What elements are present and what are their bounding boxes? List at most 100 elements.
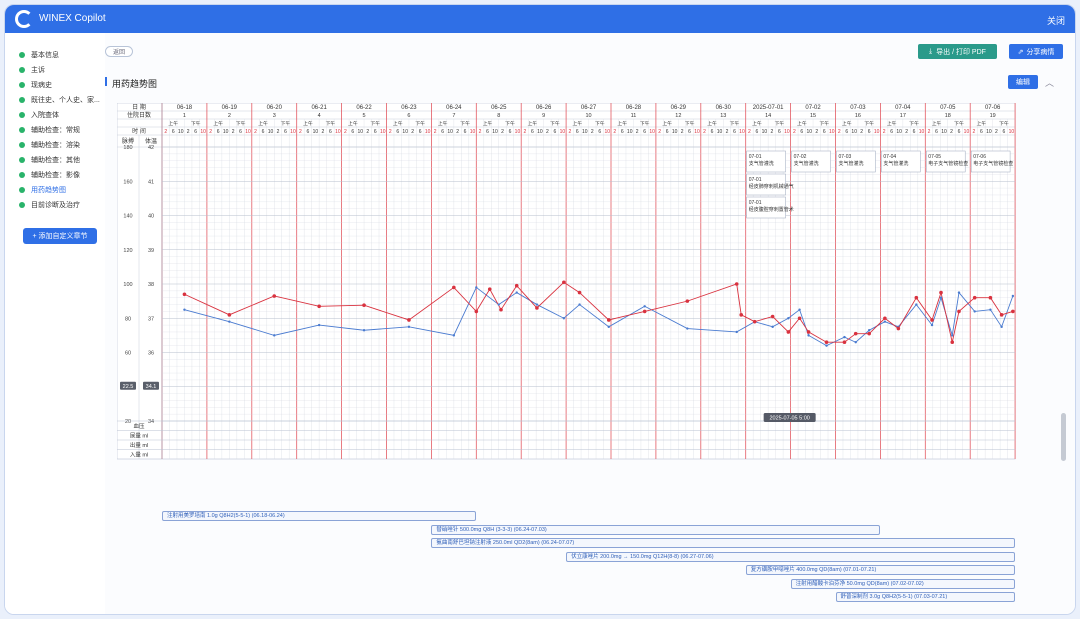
back-button[interactable]: 返回 (105, 46, 133, 57)
time-slot-label: 6 (823, 129, 826, 135)
pulse-point (798, 308, 801, 311)
temperature-point (182, 292, 187, 297)
procedure-note-text: 电子支气管镜检查 (973, 160, 1013, 167)
time-slot-label: 2 (322, 129, 325, 135)
temp-header: 体温 (145, 137, 157, 145)
temperature-point (824, 340, 829, 345)
procedure-note-text: 经皮肺穿刺机械通气 (749, 183, 794, 190)
medication-bar[interactable]: 复方磺胺甲噁唑片 400.0mg QD(8am) (07.01-07.21) (745, 565, 1016, 575)
check-icon (19, 127, 25, 133)
pulse-point (883, 320, 887, 323)
time-slot-label: 10 (200, 129, 206, 135)
temperature-point (685, 299, 690, 303)
sidebar-item[interactable]: 基本信息 (19, 48, 59, 62)
am-label: 上午 (617, 120, 627, 127)
vertical-scrollbar[interactable] (1061, 413, 1066, 461)
sidebar-item[interactable]: 现病史 (19, 78, 52, 92)
time-slot-label: 10 (717, 129, 723, 135)
time-slot-label: 6 (756, 129, 759, 135)
add-section-button[interactable]: + 添加自定义章节 (23, 228, 97, 244)
time-slot-label: 10 (268, 129, 274, 135)
sidebar-item[interactable]: 用药趋势图 (19, 183, 66, 197)
sidebar-item[interactable]: 入院查体 (19, 108, 59, 122)
time-slot-label: 6 (329, 129, 332, 135)
time-slot-label: 10 (425, 129, 431, 135)
time-slot-label: 10 (762, 129, 768, 135)
chevron-up-icon[interactable]: ︿ (1045, 76, 1054, 89)
time-slot-label: 6 (441, 129, 444, 135)
time-slot-label: 6 (351, 129, 354, 135)
download-icon: ⤓ (929, 47, 933, 55)
temp-tick: 42 (148, 145, 154, 151)
time-slot-label: 2 (793, 129, 796, 135)
medication-bar[interactable]: 伏立康唑片 200.0mg → 150.0mg Q12H(8-8) (06.27… (566, 551, 1016, 562)
sidebar-item[interactable]: 主诉 (19, 63, 45, 77)
sidebar-item-label: 辅助检查：溶染 (31, 142, 80, 149)
sidebar-item[interactable]: 辅助检查：影像 (19, 168, 80, 182)
date-label: 06-19 (222, 105, 238, 111)
sidebar-item[interactable]: 目前诊断及治疗 (19, 198, 80, 212)
day-number: 15 (810, 113, 816, 119)
pulse-point (854, 341, 857, 344)
medication-bar[interactable]: 注射用美罗培南 1.0g Q8H2(5-5-1) (06.18-06.24) (162, 511, 477, 521)
sidebar-item[interactable]: 辅助检查：常规 (19, 123, 80, 137)
sidebar-item[interactable]: 辅助检查：其他 (19, 153, 80, 167)
procedure-note-date: 07-01 (749, 177, 762, 183)
medication-bar[interactable]: 替硝唑针 500.0mg Q8H (3-3-3) (06.24-07.03) (431, 524, 881, 535)
temperature-point (950, 340, 955, 345)
sidebar-item[interactable]: 辅助检查：溶染 (19, 138, 80, 152)
temp-tick: 34 (148, 419, 154, 425)
am-label: 上午 (303, 120, 313, 127)
date-label: 06-18 (177, 105, 193, 111)
procedure-note-text: 经皮腹腔穿刺置管术 (749, 206, 794, 213)
time-slot-label: 10 (672, 129, 678, 135)
pm-label: 下午 (775, 120, 785, 127)
pulse-point (183, 308, 186, 311)
close-button[interactable]: 关闭 (1047, 14, 1065, 27)
share-button[interactable]: ⇗ 分享病情 (1009, 44, 1063, 59)
pm-label: 下午 (460, 120, 470, 127)
medication-bar[interactable]: 氨曲南舒巴坦钠注射液 250.0ml QD2(8am) (06.24-07.07… (431, 538, 1016, 548)
temperature-point (896, 326, 901, 331)
pm-label: 下午 (326, 120, 336, 127)
time-slot-label: 2 (344, 129, 347, 135)
sidebar-item-label: 目前诊断及治疗 (31, 202, 80, 209)
export-pdf-button[interactable]: ⤓ 导出 / 打印 PDF (918, 44, 997, 59)
medication-bar[interactable]: 注射用醋酸卡泊芬净 50.0mg QD(8am) (07.02-07.02) (790, 578, 1016, 589)
day-number: 10 (585, 113, 591, 119)
time-slot-label: 6 (868, 129, 871, 135)
pulse-point (497, 303, 500, 306)
time-slot-label: 2 (366, 129, 369, 135)
edit-button[interactable]: 编辑 (1008, 75, 1038, 89)
share-icon: ⇗ (1017, 48, 1024, 56)
time-slot-label: 6 (486, 129, 489, 135)
pulse-tick: 60 (125, 351, 131, 357)
procedure-note-date: 07-01 (749, 154, 762, 160)
medication-bar[interactable]: 舒普深制剂 3.0g Q8H2(5-5-1) (07.03-07.21) (835, 592, 1016, 602)
time-slot-label: 6 (845, 129, 848, 135)
temperature-point (786, 330, 791, 334)
time-slot-label: 10 (986, 129, 992, 135)
time-slot-label: 10 (178, 129, 184, 135)
sidebar-item[interactable]: 既往史、个人史、家... (19, 93, 100, 107)
time-slot-label: 2 (681, 129, 684, 135)
check-icon (19, 157, 25, 163)
time-slot-label: 2 (299, 129, 302, 135)
temperature-point (752, 319, 757, 324)
temperature-point (770, 314, 775, 319)
date-label: 06-25 (491, 105, 507, 111)
day-number: 6 (407, 113, 410, 119)
time-slot-label: 10 (245, 129, 251, 135)
day-number: 17 (900, 113, 906, 119)
pm-label: 下午 (370, 120, 380, 127)
time-slot-label: 10 (964, 129, 970, 135)
time-slot-label: 2 (501, 129, 504, 135)
date-label: 2025-07-01 (753, 105, 784, 111)
time-slot-label: 2 (277, 129, 280, 135)
section-title: 用药趋势图 (112, 79, 158, 89)
pulse-point (807, 334, 810, 337)
sidebar-item-label: 入院查体 (31, 112, 59, 119)
temperature-point (797, 316, 802, 321)
time-slot-label: 2 (546, 129, 549, 135)
time-slot-label: 2 (187, 129, 190, 135)
